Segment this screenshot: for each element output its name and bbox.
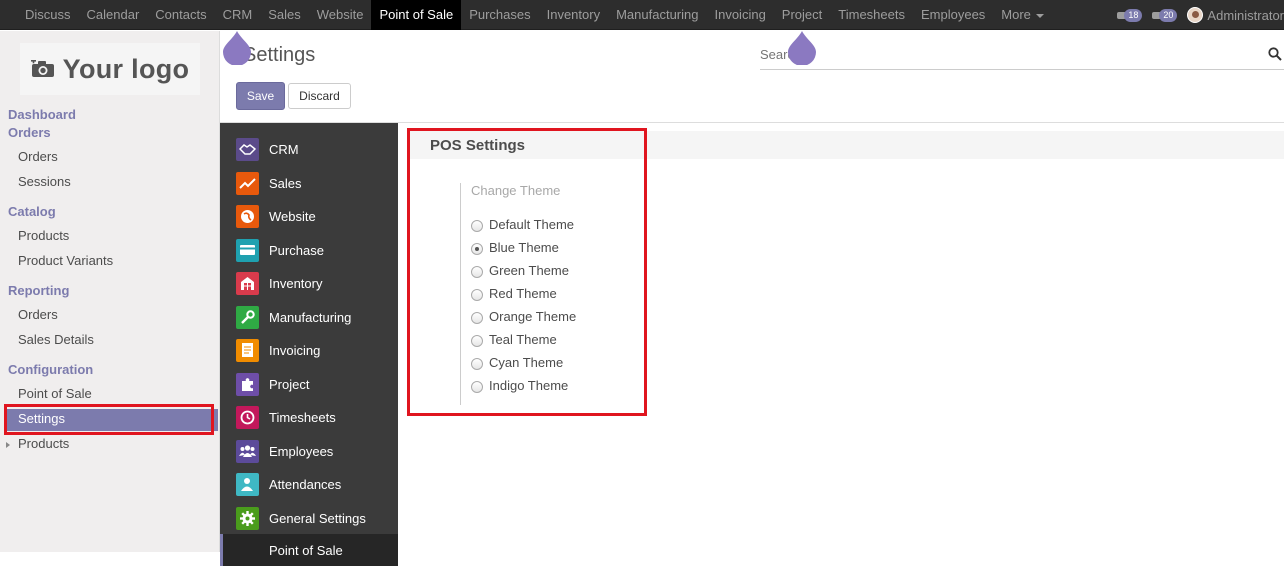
sidebar-section-dashboard[interactable]: Dashboard bbox=[8, 107, 76, 122]
app-label: Point of Sale bbox=[269, 543, 343, 558]
left-sidebar: Your logo Dashboard Orders Orders Sessio… bbox=[0, 31, 220, 552]
app-label: Attendances bbox=[269, 476, 342, 492]
inventory-icon bbox=[236, 271, 259, 295]
app-label: Invoicing bbox=[269, 342, 321, 358]
app-label: General Settings bbox=[269, 510, 366, 526]
menu-point-of-sale[interactable]: Point of Sale bbox=[371, 0, 462, 30]
employees-icon bbox=[236, 439, 259, 463]
save-button[interactable]: Save bbox=[236, 82, 285, 110]
app-general-settings[interactable]: General Settings bbox=[220, 502, 398, 534]
menu-inventory[interactable]: Inventory bbox=[539, 0, 608, 30]
menu-website[interactable]: Website bbox=[309, 0, 372, 30]
camera-icon bbox=[30, 60, 54, 77]
logo-text: Your logo bbox=[62, 53, 190, 84]
purchase-icon bbox=[236, 238, 259, 262]
app-inventory[interactable]: Inventory bbox=[220, 267, 398, 299]
sidebar-item-config-products[interactable]: Products bbox=[18, 436, 69, 451]
expand-triangle-icon[interactable] bbox=[6, 442, 10, 448]
main-menu: Discuss Calendar Contacts CRM Sales Webs… bbox=[17, 0, 1052, 30]
menu-employees[interactable]: Employees bbox=[913, 0, 993, 30]
sidebar-item-orders[interactable]: Orders bbox=[18, 149, 58, 164]
chat-count-badge: 20 bbox=[1159, 8, 1178, 22]
sales-icon bbox=[236, 171, 259, 195]
app-label: Purchase bbox=[269, 242, 324, 258]
sidebar-section-catalog[interactable]: Catalog bbox=[8, 204, 56, 219]
menu-timesheets[interactable]: Timesheets bbox=[830, 0, 913, 30]
sidebar-item-point-of-sale[interactable]: Point of Sale bbox=[18, 386, 92, 401]
search-icon[interactable] bbox=[1268, 47, 1282, 61]
sidebar-item-sales-details[interactable]: Sales Details bbox=[18, 332, 94, 347]
menu-more-label: More bbox=[1001, 7, 1031, 22]
menu-crm[interactable]: CRM bbox=[215, 0, 261, 30]
settings-gear-icon bbox=[236, 506, 259, 530]
highlight-pos-settings-box bbox=[407, 128, 647, 416]
app-purchase[interactable]: Purchase bbox=[220, 234, 398, 266]
systray: 18 20 Administrator bbox=[1117, 0, 1284, 30]
invoicing-icon bbox=[236, 338, 259, 362]
manufacturing-icon bbox=[236, 305, 259, 329]
app-manufacturing[interactable]: Manufacturing bbox=[220, 301, 398, 333]
menu-manufacturing[interactable]: Manufacturing bbox=[608, 0, 706, 30]
sidebar-item-sessions[interactable]: Sessions bbox=[18, 174, 71, 189]
app-project[interactable]: Project bbox=[220, 368, 398, 400]
menu-project[interactable]: Project bbox=[774, 0, 830, 30]
app-employees[interactable]: Employees bbox=[220, 435, 398, 467]
website-icon bbox=[236, 204, 259, 228]
app-label: CRM bbox=[269, 141, 299, 157]
sidebar-item-products[interactable]: Products bbox=[18, 228, 69, 243]
app-sales[interactable]: Sales bbox=[220, 167, 398, 199]
app-crm[interactable]: CRM bbox=[220, 133, 398, 165]
user-name: Administrator bbox=[1207, 7, 1284, 23]
chat-button[interactable]: 20 bbox=[1152, 8, 1178, 22]
search-input[interactable] bbox=[760, 40, 1160, 68]
app-label: Manufacturing bbox=[269, 309, 352, 325]
project-icon bbox=[236, 372, 259, 396]
app-timesheets[interactable]: Timesheets bbox=[220, 401, 398, 433]
menu-discuss[interactable]: Discuss bbox=[17, 0, 79, 30]
user-avatar bbox=[1187, 7, 1204, 23]
top-navbar: Discuss Calendar Contacts CRM Sales Webs… bbox=[0, 0, 1284, 30]
crm-icon bbox=[236, 137, 259, 161]
menu-invoicing[interactable]: Invoicing bbox=[706, 0, 773, 30]
sidebar-section-orders[interactable]: Orders bbox=[8, 125, 51, 140]
company-logo[interactable]: Your logo bbox=[20, 43, 200, 95]
app-label: Inventory bbox=[269, 275, 323, 291]
menu-sales[interactable]: Sales bbox=[260, 0, 309, 30]
attendances-icon bbox=[236, 472, 259, 496]
caret-down-icon bbox=[1035, 13, 1044, 18]
app-invoicing[interactable]: Invoicing bbox=[220, 334, 398, 366]
menu-more[interactable]: More bbox=[993, 0, 1052, 30]
menu-purchases[interactable]: Purchases bbox=[461, 0, 538, 30]
app-label: Employees bbox=[269, 443, 334, 459]
page-title: Settings bbox=[243, 44, 316, 66]
sidebar-section-reporting[interactable]: Reporting bbox=[8, 283, 69, 298]
app-website[interactable]: Website bbox=[220, 200, 398, 232]
settings-app-list: CRM Sales Website Purchase Inventory Man… bbox=[220, 123, 398, 566]
app-attendances[interactable]: Attendances bbox=[220, 468, 398, 500]
app-label: Sales bbox=[269, 175, 302, 191]
messages-button[interactable]: 18 bbox=[1117, 8, 1143, 22]
drop-marker-icon bbox=[223, 31, 251, 65]
menu-contacts[interactable]: Contacts bbox=[147, 0, 214, 30]
menu-calendar[interactable]: Calendar bbox=[79, 0, 148, 30]
highlight-settings-box bbox=[4, 404, 214, 435]
app-label: Website bbox=[269, 208, 316, 224]
sidebar-item-report-orders[interactable]: Orders bbox=[18, 307, 58, 322]
sidebar-section-configuration[interactable]: Configuration bbox=[8, 362, 93, 377]
app-point-of-sale[interactable]: Point of Sale bbox=[220, 534, 398, 566]
discard-button[interactable]: Discard bbox=[288, 83, 351, 109]
timesheets-icon bbox=[236, 405, 259, 429]
search-bar bbox=[760, 40, 1284, 70]
user-menu[interactable]: Administrator bbox=[1187, 7, 1284, 23]
drop-marker-icon bbox=[788, 31, 816, 65]
sidebar-item-product-variants[interactable]: Product Variants bbox=[18, 253, 113, 268]
app-label: Project bbox=[269, 376, 310, 392]
app-label: Timesheets bbox=[269, 409, 336, 425]
messages-count-badge: 18 bbox=[1124, 8, 1143, 22]
